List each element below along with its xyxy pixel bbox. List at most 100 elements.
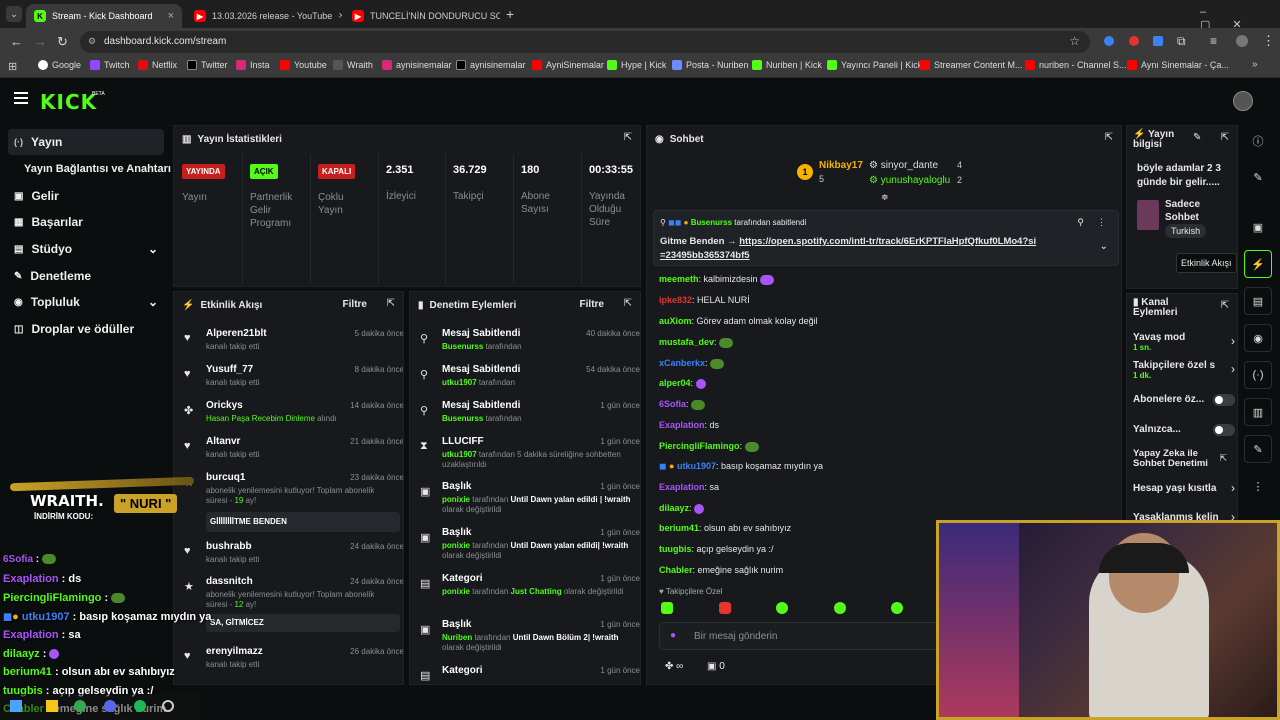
bookmark-aynisinemalar-yt[interactable]: AyniSinemalar	[532, 60, 604, 70]
sidebar-item-droplar[interactable]: ◫ Droplar ve ödüller	[8, 316, 164, 342]
stats-toggle-icon[interactable]: ▤	[1244, 287, 1272, 315]
bookmark-posta[interactable]: Posta - Nuriben	[672, 60, 749, 70]
star-icon[interactable]: ☆	[1069, 34, 1080, 48]
gifter-name[interactable]: ⚙ sinyor_dante	[869, 160, 938, 171]
gifter-name[interactable]: ⚙ yunushayaloglu	[869, 175, 950, 186]
kick-logo[interactable]: KICK	[40, 90, 97, 114]
extension-icon[interactable]	[1104, 36, 1114, 46]
gifter-name[interactable]: Nikbay17	[819, 160, 863, 171]
sidebar-item-basarilar[interactable]: ▦ Başarılar	[8, 209, 164, 235]
promo-code-label: İNDİRİM KODU:	[34, 512, 94, 521]
bookmark-aynisinemalar-x[interactable]: aynisinemalar	[456, 60, 526, 70]
popout-icon[interactable]: ⇱	[1221, 300, 1229, 311]
spotify-icon[interactable]	[134, 700, 146, 712]
wrench-toggle-icon[interactable]: ✎	[1244, 435, 1272, 463]
extension-icon[interactable]	[1153, 36, 1163, 46]
popout-icon[interactable]: ⇱	[387, 298, 395, 309]
bookmark-twitter[interactable]: Twitter	[187, 60, 228, 70]
emote-icon[interactable]	[776, 602, 789, 614]
sidebar-item-yayin[interactable]: (·) Yayın	[8, 129, 164, 155]
popout-icon[interactable]: ⇱	[624, 132, 632, 143]
sidebar-item-topluluk[interactable]: ◉ Topluluk ⌄	[8, 289, 164, 315]
emote-icon[interactable]	[718, 602, 731, 614]
filter-button[interactable]: Filtre	[343, 299, 367, 310]
tab-youtube-tunceli[interactable]: ▶ TUNCELİ'NİN DONDURUCU SO ×	[344, 4, 500, 28]
edit-icon[interactable]: ✎	[1193, 132, 1201, 143]
toggle-switch[interactable]	[1213, 424, 1235, 436]
popout-icon[interactable]: ⇱	[1221, 132, 1229, 143]
action-emote-only[interactable]: Yalnızca...	[1133, 424, 1235, 436]
bookmark-wraith[interactable]: Wraith	[333, 60, 373, 70]
apps-icon[interactable]: ⊞	[8, 60, 17, 73]
bookmark-aynisinemalar[interactable]: aynisinemalar	[382, 60, 452, 70]
moderation-toggle-icon[interactable]: ▥	[1244, 398, 1272, 426]
popout-icon[interactable]: ⇱	[624, 298, 632, 309]
popout-icon[interactable]: ⇱	[1105, 132, 1113, 143]
tab-list-icon[interactable]: ⌄	[6, 6, 22, 22]
chat-toggle-icon[interactable]: ◉	[1244, 324, 1272, 352]
expand-icon[interactable]: ≑	[881, 192, 889, 203]
close-icon[interactable]: ×	[338, 10, 342, 22]
bookmark-ayni-sinemalar[interactable]: Aynı Sinemalar - Ça...	[1127, 60, 1229, 70]
chrome-icon[interactable]	[74, 700, 86, 712]
folder-icon[interactable]	[46, 700, 58, 712]
action-subscribers-only[interactable]: Abonelere öz...	[1133, 394, 1235, 406]
category-name[interactable]: Sadece Sohbet	[1165, 198, 1235, 224]
action-slow-mode[interactable]: Yavaş mod 1 sn. ›	[1133, 332, 1235, 352]
menu-icon[interactable]: ⋮	[1262, 33, 1275, 49]
filter-button[interactable]: Filtre	[580, 299, 604, 310]
broadcast-toggle-icon[interactable]: (·)	[1244, 361, 1272, 389]
close-icon[interactable]: ×	[168, 10, 174, 22]
emote-icon[interactable]	[833, 602, 846, 614]
bookmark-netflix[interactable]: Netflix	[138, 60, 177, 70]
app-icon[interactable]	[162, 700, 174, 712]
bookmark-nuriben-channel[interactable]: nuriben - Channel S...	[1025, 60, 1127, 70]
points-icon[interactable]: ✤ ∞	[665, 661, 683, 672]
gift-counter[interactable]: ▣ 0	[707, 661, 725, 672]
more-icon[interactable]: ⋮	[1097, 217, 1106, 228]
unpin-icon[interactable]: ⚲	[1077, 217, 1084, 228]
extensions-icon[interactable]: ⧉	[1177, 34, 1186, 49]
bookmark-hype-kick[interactable]: Hype | Kick	[607, 60, 666, 70]
action-account-age[interactable]: Hesap yaşı kısıtla ›	[1133, 481, 1235, 495]
bookmark-insta[interactable]: Insta	[236, 60, 270, 70]
forward-icon[interactable]: →	[34, 34, 47, 49]
bookmark-streamer-content[interactable]: Streamer Content M...	[920, 60, 1023, 70]
sidebar-item-studyo[interactable]: ▤ Stüdyo ⌄	[8, 236, 164, 262]
hamburger-icon[interactable]	[14, 92, 28, 104]
emote-icon[interactable]	[891, 602, 904, 614]
bookmark-youtube[interactable]: Youtube	[280, 60, 327, 70]
start-icon[interactable]	[10, 700, 22, 712]
clip-icon[interactable]: ▣	[1244, 213, 1272, 241]
more-icon[interactable]: ⋮	[1244, 472, 1272, 500]
bookmark-google[interactable]: Google	[38, 60, 81, 70]
extension-icon[interactable]	[1129, 36, 1139, 46]
media-icon[interactable]: ≡	[1210, 34, 1217, 48]
action-followers-only[interactable]: Takipçilere özel s1 dk. ›	[1133, 360, 1235, 380]
sidebar-item-stream-key[interactable]: Yayın Bağlantısı ve Anahtarı	[8, 156, 172, 182]
more-bookmarks-icon[interactable]: »	[1252, 59, 1258, 70]
bookmark-yayinci-paneli[interactable]: Yayıncı Paneli | Kick	[827, 60, 922, 70]
sidebar-item-denetleme[interactable]: ✎ Denetleme	[8, 263, 164, 289]
back-icon[interactable]: ←	[10, 34, 23, 49]
tab-kick-dashboard[interactable]: K Stream - Kick Dashboard ×	[26, 4, 182, 28]
bookmark-twitch[interactable]: Twitch	[90, 60, 130, 70]
site-info-icon[interactable]: ⚙	[88, 36, 96, 47]
sidebar-item-gelir[interactable]: ▣ Gelir	[8, 183, 164, 209]
toggle-switch[interactable]	[1213, 394, 1235, 406]
discord-icon[interactable]	[104, 700, 116, 712]
emote-icon[interactable]	[661, 602, 673, 614]
new-tab-icon[interactable]: +	[506, 6, 514, 22]
mic-icon[interactable]: ●	[670, 630, 676, 641]
edit-icon[interactable]: ✎	[1244, 163, 1272, 191]
chevron-down-icon[interactable]: ⌄	[1100, 241, 1108, 252]
reload-icon[interactable]: ↻	[57, 34, 68, 50]
activity-feed-toggle-icon[interactable]: ⚡	[1244, 250, 1272, 278]
info-icon[interactable]: ⓘ	[1244, 127, 1272, 155]
profile-avatar[interactable]	[1236, 35, 1248, 47]
url-field[interactable]: ⚙ dashboard.kick.com/stream ☆	[80, 31, 1090, 53]
bookmark-nuriben-kick[interactable]: Nuriben | Kick	[752, 60, 822, 70]
user-avatar[interactable]	[1233, 91, 1253, 111]
tab-youtube-release[interactable]: ▶ 13.03.2026 release - YouTube ×	[186, 4, 342, 28]
action-ai-moderation[interactable]: Yapay Zeka ile Sohbet Denetimi ⇱	[1133, 449, 1235, 469]
